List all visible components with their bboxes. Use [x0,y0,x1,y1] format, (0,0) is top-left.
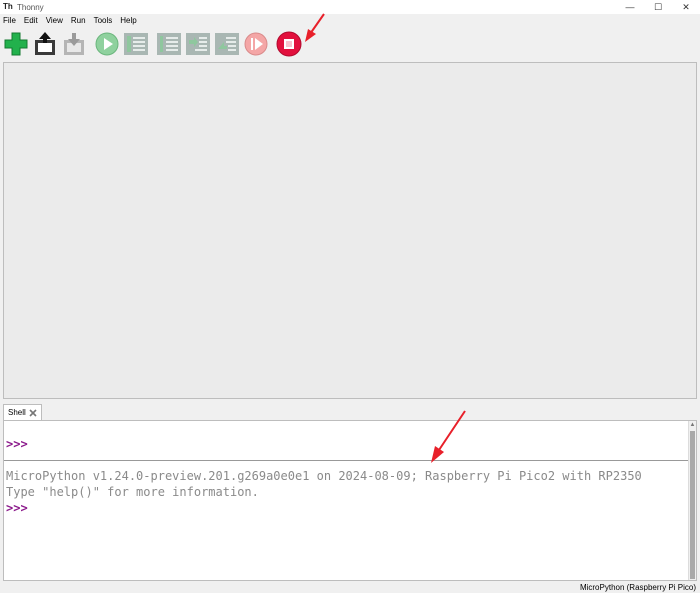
code-editor[interactable] [3,62,697,399]
toolbar [0,28,700,61]
thonny-logo-icon: Th [3,2,13,11]
menu-edit[interactable]: Edit [24,16,38,25]
open-icon [35,32,55,55]
title-bar: Th Thonny — ☐ ✕ [0,0,700,14]
resume-icon [244,32,268,56]
close-icon[interactable] [29,408,37,417]
interpreter-selector[interactable]: MicroPython (Raspberry Pi Pico) [580,583,696,592]
save-icon [64,33,84,55]
debug-icon [124,33,148,55]
menu-bar: File Edit View Run Tools Help [0,14,700,27]
tab-shell[interactable]: Shell [3,404,42,420]
shell-tab-bar: Shell [0,402,700,420]
plus-icon [4,32,28,56]
menu-run[interactable]: Run [71,16,86,25]
new-file-button[interactable] [3,31,29,57]
shell-prompt[interactable]: >>> [6,501,28,516]
save-file-button[interactable] [61,31,87,57]
menu-view[interactable]: View [46,16,63,25]
shell-divider [4,460,690,461]
minimize-button[interactable]: — [616,0,644,14]
menu-file[interactable]: File [3,16,16,25]
stop-button[interactable] [276,31,302,57]
shell-banner-line: Type "help()" for more information. [6,485,259,499]
step-into-icon [186,33,210,55]
scroll-up-icon[interactable]: ▲ [689,421,696,429]
play-icon [95,32,119,56]
open-file-button[interactable] [32,31,58,57]
step-over-icon [157,33,181,55]
close-button[interactable]: ✕ [672,0,700,14]
status-bar: MicroPython (Raspberry Pi Pico) [0,582,700,593]
step-into-button[interactable] [185,31,211,57]
scrollbar-thumb[interactable] [690,431,695,579]
shell-prompt: >>> [6,437,28,451]
shell-scrollbar[interactable]: ▲ [688,421,696,580]
shell-banner-line: MicroPython v1.24.0-preview.201.g269a0e0… [6,469,642,483]
window-title: Thonny [17,2,44,12]
stop-icon [276,31,302,57]
resume-button[interactable] [243,31,269,57]
window-controls: — ☐ ✕ [616,0,700,14]
maximize-button[interactable]: ☐ [644,0,672,14]
step-out-icon [215,33,239,55]
run-button[interactable] [94,31,120,57]
menu-help[interactable]: Help [120,16,136,25]
shell-panel[interactable]: >>> MicroPython v1.24.0-preview.201.g269… [3,420,697,581]
debug-button[interactable] [123,31,149,57]
menu-tools[interactable]: Tools [94,16,113,25]
step-out-button[interactable] [214,31,240,57]
tab-shell-label: Shell [8,408,26,417]
step-over-button[interactable] [156,31,182,57]
